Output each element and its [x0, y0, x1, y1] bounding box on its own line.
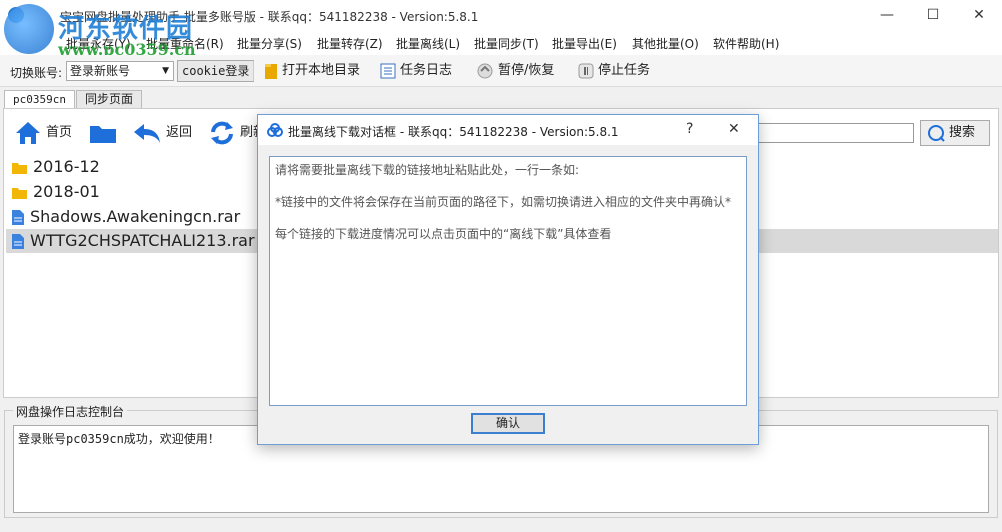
search-input[interactable] [756, 123, 914, 143]
toolbar-divider [253, 61, 254, 81]
dialog-title: 批量离线下载对话框 - 联系qq：541182238 - Version:5.8… [288, 125, 619, 139]
file-name: WTTG2CHSPATCHALI213.rar [30, 231, 255, 250]
links-textarea[interactable]: 请将需要批量离线下载的链接地址粘贴此处，一行一条如: *链接中的文件将会保存在当… [269, 156, 747, 406]
folder-icon [90, 125, 116, 143]
open-local-dir-label: 打开本地目录 [282, 63, 361, 78]
stop-task-label: 停止任务 [598, 63, 651, 78]
offline-download-dialog: 批量离线下载对话框 - 联系qq：541182238 - Version:5.8… [257, 114, 759, 445]
instruction-line: 请将需要批量离线下载的链接地址粘贴此处，一行一条如: [275, 163, 580, 177]
tab-bar: pc0359cn 同步页面 [0, 88, 1002, 108]
dialog-help-button[interactable]: ? [686, 121, 693, 137]
minimize-button[interactable]: — [864, 0, 910, 31]
pause-resume-icon [477, 63, 493, 78]
chevron-down-icon: ▼ [162, 66, 169, 76]
home-button[interactable]: 首页 [14, 119, 72, 147]
menu-help[interactable]: 软件帮助(H) [713, 35, 779, 52]
search-icon [928, 124, 945, 142]
close-button[interactable]: ✕ [956, 0, 1002, 31]
document-icon [12, 234, 24, 249]
menu-batch-sync[interactable]: 批量同步(T) [474, 35, 539, 52]
tab-sync-page[interactable]: 同步页面 [76, 90, 143, 108]
cloud-icon [267, 123, 283, 137]
open-local-dir-button[interactable]: 打开本地目录 [264, 61, 360, 81]
back-arrow-icon [134, 123, 160, 143]
document-icon [12, 210, 24, 225]
maximize-button[interactable]: ☐ [910, 0, 956, 31]
instruction-line: 每个链接的下载进度情况可以点击页面中的“离线下载”具体查看 [275, 227, 612, 241]
toolbar: 切换账号: 登录新账号 ▼ cookie登录 打开本地目录 任务日志 暂停/恢复… [0, 55, 1002, 87]
watermark-logo-icon [4, 4, 54, 54]
menu-batch-share[interactable]: 批量分享(S) [237, 35, 302, 52]
stop-icon [578, 63, 594, 78]
home-icon [16, 121, 40, 144]
folder-icon [12, 187, 27, 199]
menu-batch-offline[interactable]: 批量离线(L) [396, 35, 460, 52]
account-select-value: 登录新账号 [70, 64, 131, 78]
menu-batch-transfer[interactable]: 批量转存(Z) [317, 35, 383, 52]
switch-account-label: 切换账号: [10, 66, 63, 80]
menu-batch-export[interactable]: 批量导出(E) [552, 35, 617, 52]
file-name: 2016-12 [33, 157, 100, 176]
folder-nav-button[interactable] [88, 119, 118, 147]
home-label: 首页 [46, 125, 73, 140]
instruction-line: *链接中的文件将会保存在当前页面的路径下，如需切换请进入相应的文件夹中再确认* [275, 195, 732, 209]
refresh-icon [211, 121, 233, 144]
back-label: 返回 [166, 125, 193, 140]
back-button[interactable]: 返回 [132, 119, 192, 147]
search-label: 搜索 [949, 125, 976, 140]
menu-other-batch[interactable]: 其他批量(O) [632, 35, 699, 52]
folder-icon [265, 63, 277, 79]
task-log-label: 任务日志 [400, 63, 453, 78]
account-select[interactable]: 登录新账号 ▼ [66, 61, 174, 81]
folder-icon [12, 162, 27, 174]
task-log-button[interactable]: 任务日志 [380, 61, 452, 81]
list-icon [380, 63, 396, 78]
confirm-button[interactable]: 确认 [471, 413, 545, 434]
file-name: Shadows.Awakeningcn.rar [30, 207, 241, 226]
dialog-close-button[interactable]: ✕ [728, 121, 740, 137]
cookie-login-button[interactable]: cookie登录 [177, 60, 255, 82]
pause-resume-label: 暂停/恢复 [498, 63, 555, 78]
file-name: 2018-01 [33, 182, 100, 201]
stop-task-button[interactable]: 停止任务 [578, 61, 650, 81]
dialog-title-bar: 批量离线下载对话框 - 联系qq：541182238 - Version:5.8… [258, 115, 758, 145]
pause-resume-button[interactable]: 暂停/恢复 [476, 61, 554, 81]
log-console-title: 网盘操作日志控制台 [13, 403, 128, 420]
tab-account[interactable]: pc0359cn [4, 90, 75, 108]
search-button[interactable]: 搜索 [920, 120, 990, 146]
